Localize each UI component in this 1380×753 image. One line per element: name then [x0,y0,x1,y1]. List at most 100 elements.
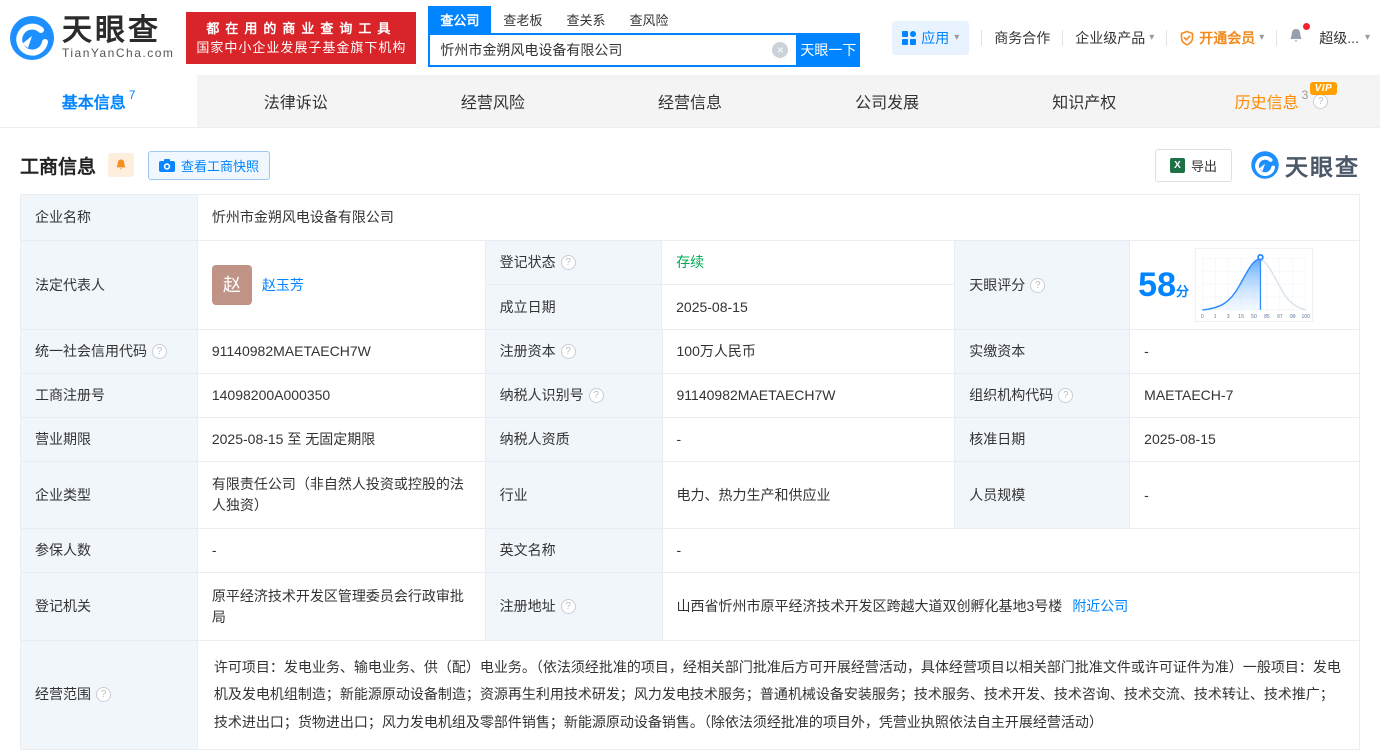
watermark-logo: 天眼查 [1250,148,1360,182]
business-term-value: 2025-08-15 至 无固定期限 [198,418,486,462]
field-label: 成立日期 [486,285,662,329]
tab-legal-litigation[interactable]: 法律诉讼 [197,75,394,127]
help-icon[interactable]: ? [1058,388,1073,403]
slogan-line1: 都在用的商业查询工具 [196,19,406,38]
field-label: 参保人数 [21,529,198,573]
chevron-down-icon: ▾ [1259,32,1264,43]
industry-value: 电力、热力生产和供应业 [663,462,956,529]
field-label: 行业 [486,462,663,529]
chevron-down-icon: ▾ [1149,32,1154,43]
taxpayer-id-value: 91140982MAETAECH7W [663,374,956,418]
legal-rep-link[interactable]: 赵玉芳 [262,275,304,296]
table-row: 登记机关 原平经济技术开发区管理委员会行政审批局 注册地址 ? 山西省忻州市原平… [21,573,1360,641]
field-label: 企业名称 [21,195,198,241]
vip-badge: VIP [1310,82,1338,95]
search-tab-boss[interactable]: 查老板 [491,6,554,33]
help-icon[interactable]: ? [561,255,576,270]
tab-business-info-label: 经营信息 [658,89,722,113]
table-row: 参保人数 - 英文名称 - [21,529,1360,573]
registered-capital-value: 100万人民币 [663,330,956,374]
table-row: 统一社会信用代码 ? 91140982MAETAECH7W 注册资本 ? 100… [21,330,1360,374]
business-snapshot-label: 查看工商快照 [181,156,259,175]
watermark-brand: 天眼查 [1285,148,1360,182]
svg-text:97: 97 [1277,314,1283,320]
score-value: 58 [1138,266,1176,304]
field-label: 英文名称 [486,529,663,573]
field-label: 纳税人资质 [486,418,663,462]
field-label: 登记状态 ? [486,241,662,285]
field-label: 营业期限 [21,418,198,462]
field-label: 注册地址 ? [486,573,663,641]
search-tab-relation[interactable]: 查关系 [554,6,617,33]
business-snapshot-button[interactable]: 查看工商快照 [148,151,270,180]
tab-business-info[interactable]: 经营信息 [591,75,788,127]
reg-status-label: 登记状态 [500,252,556,273]
chevron-down-icon: ▾ [1365,32,1370,43]
open-vip-menu[interactable]: 开通会员 ▾ [1167,28,1276,48]
tianyan-score-cell: 58分 [1130,241,1360,330]
registered-address-value: 山西省忻州市原平经济技术开发区跨越大道双创孵化基地3号楼 [677,596,1063,617]
establish-date-value: 2025-08-15 [662,285,954,329]
tab-operating-risk[interactable]: 经营风险 [394,75,591,127]
tianyancha-logo-icon [8,14,56,62]
top-header: 天眼查 TianYanCha.com 都在用的商业查询工具 国家中小企业发展子基… [0,0,1380,75]
search-tab-risk[interactable]: 查风险 [617,6,680,33]
help-icon[interactable]: ? [1030,278,1045,293]
tab-basic-info-label: 基本信息 [62,89,126,113]
nearby-companies-link[interactable]: 附近公司 [1072,596,1128,617]
score-label: 天眼评分 [969,275,1025,296]
search-tab-company[interactable]: 查公司 [428,6,491,33]
tab-history-info[interactable]: VIP 历史信息 3 ? [1183,75,1380,127]
bell-icon [114,158,128,172]
notification-dot [1303,23,1310,30]
slogan-banner: 都在用的商业查询工具 国家中小企业发展子基金旗下机构 [186,12,416,64]
help-icon[interactable]: ? [1313,94,1328,109]
tianyancha-logo[interactable]: 天眼查 TianYanCha.com [8,14,174,62]
apps-menu[interactable]: 应用 ▾ [892,21,969,55]
open-vip-label: 开通会员 [1199,28,1255,48]
business-coop-link[interactable]: 商务合作 [982,28,1062,48]
tab-company-development-label: 公司发展 [855,89,919,113]
svg-text:3: 3 [1227,314,1230,320]
export-label: 导出 [1191,156,1217,175]
english-name-value: - [663,529,1360,573]
score-distribution-chart: 0 1 3 15 50 85 97 99 100 [1195,248,1313,322]
credit-code-label: 统一社会信用代码 [35,341,147,362]
avatar[interactable]: 赵 [212,265,252,305]
section-header: 工商信息 查看工商快照 X 导出 [20,148,1360,182]
field-label: 组织机构代码 ? [955,374,1130,418]
tab-operating-risk-label: 经营风险 [461,89,525,113]
staff-size-value: - [1130,462,1360,529]
taxpayer-id-label: 纳税人识别号 [500,385,584,406]
user-account-menu[interactable]: 超级... ▾ [1315,28,1370,48]
search-button[interactable]: 天眼一下 [796,33,860,67]
table-row: 工商注册号 14098200A000350 纳税人识别号 ? 91140982M… [21,374,1360,418]
logo-brand: 天眼查 [62,16,174,46]
help-icon[interactable]: ? [561,599,576,614]
svg-text:100: 100 [1301,314,1310,320]
tab-intellectual-property[interactable]: 知识产权 [986,75,1183,127]
help-icon[interactable]: ? [561,344,576,359]
help-icon[interactable]: ? [589,388,604,403]
field-label: 经营范围 ? [21,641,198,750]
slogan-line2: 国家中小企业发展子基金旗下机构 [196,38,406,57]
help-icon[interactable]: ? [96,687,111,702]
user-account-label: 超级... [1319,28,1359,48]
monitor-bell-button[interactable] [108,153,134,177]
org-code-label: 组织机构代码 [969,385,1053,406]
search-input[interactable] [428,33,796,67]
clear-icon[interactable]: × [772,42,788,58]
reg-number-value: 14098200A000350 [198,374,486,418]
help-icon[interactable]: ? [152,344,167,359]
tab-company-development[interactable]: 公司发展 [789,75,986,127]
tab-intellectual-property-label: 知识产权 [1052,89,1116,113]
status-date-subgrid: 登记状态 ? 存续 成立日期 2025-08-15 [486,241,956,330]
notifications-button[interactable] [1277,27,1315,48]
enterprise-products-menu[interactable]: 企业级产品 ▾ [1063,28,1166,48]
field-label: 法定代表人 [21,241,198,330]
company-name-value: 忻州市金朔风电设备有限公司 [198,195,1360,241]
tab-basic-info[interactable]: 基本信息 7 [0,75,197,127]
svg-text:1: 1 [1214,314,1217,320]
table-row: 经营范围 ? 许可项目：发电业务、输电业务、供（配）电业务。（依法须经批准的项目… [21,641,1360,750]
export-button[interactable]: X 导出 [1155,149,1232,182]
